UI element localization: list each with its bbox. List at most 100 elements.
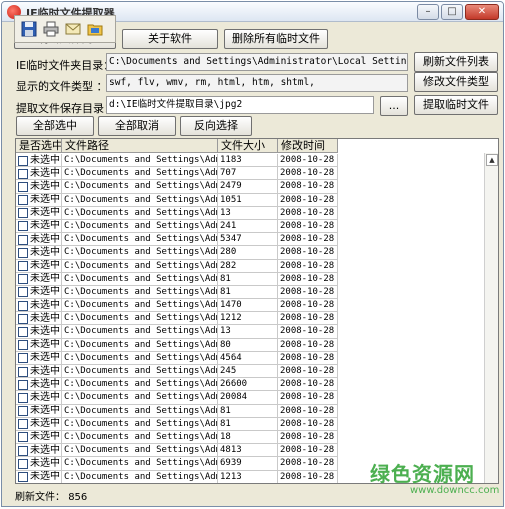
table-row[interactable]: 未选中C:\Documents and Settings\Adminis1320… — [16, 206, 338, 220]
save-icon[interactable] — [20, 20, 38, 38]
about-button[interactable]: 关于软件 — [122, 29, 218, 49]
row-checkbox[interactable] — [18, 458, 28, 469]
select-all-button[interactable]: 全部选中 — [16, 116, 94, 136]
table-row[interactable]: 未选中C:\Documents and Settings\Adminis7072… — [16, 167, 338, 181]
save-dir-field[interactable]: d:\IE临时文件提取目录\jpg2 — [106, 96, 374, 114]
row-checkbox[interactable] — [18, 274, 28, 285]
table-row[interactable]: 未选中C:\Documents and Settings\Adminis8120… — [16, 285, 338, 300]
table-row[interactable]: 未选中C:\Documents and Settings\Adminis8020… — [16, 338, 338, 352]
row-select-cell[interactable]: 未选中 — [16, 272, 62, 286]
row-select-cell[interactable]: 未选中 — [16, 299, 62, 313]
row-checkbox[interactable] — [18, 221, 28, 232]
row-select-cell[interactable]: 未选中 — [16, 378, 62, 392]
row-checkbox[interactable] — [18, 300, 28, 311]
row-select-cell[interactable]: 未选中 — [16, 206, 62, 220]
row-checkbox[interactable] — [18, 445, 28, 456]
browse-button[interactable]: ... — [380, 96, 408, 116]
close-button[interactable]: ✕ — [465, 4, 499, 20]
table-row[interactable]: 未选中C:\Documents and Settings\Adminis1212… — [16, 312, 338, 326]
row-checkbox[interactable] — [18, 195, 28, 206]
mail-icon[interactable] — [64, 20, 82, 38]
row-select-cell[interactable]: 未选中 — [16, 193, 62, 207]
row-select-cell[interactable]: 未选中 — [16, 404, 62, 418]
table-row[interactable]: 未选中C:\Documents and Settings\Adminis2412… — [16, 219, 338, 234]
row-select-cell[interactable]: 未选中 — [16, 167, 62, 181]
row-select-cell[interactable]: 未选中 — [16, 351, 62, 365]
refresh-list-button[interactable]: 刷新文件列表 — [414, 52, 498, 72]
row-checkbox[interactable] — [18, 326, 28, 337]
row-select-cell[interactable]: 未选中 — [16, 246, 62, 260]
table-row[interactable]: 未选中C:\Documents and Settings\Adminis1213… — [16, 470, 338, 483]
row-select-cell[interactable]: 未选中 — [16, 180, 62, 194]
row-checkbox[interactable] — [18, 155, 28, 166]
table-row[interactable]: 未选中C:\Documents and Settings\Adminis8120… — [16, 272, 338, 286]
table-row[interactable]: 未选中C:\Documents and Settings\Adminis2452… — [16, 365, 338, 379]
table-row[interactable]: 未选中C:\Documents and Settings\Adminis2802… — [16, 246, 338, 260]
table-row[interactable]: 未选中C:\Documents and Settings\Adminis8120… — [16, 404, 338, 418]
row-checkbox[interactable] — [18, 168, 28, 179]
table-row[interactable]: 未选中C:\Documents and Settings\Adminis2822… — [16, 259, 338, 273]
table-row[interactable]: 未选中C:\Documents and Settings\Adminis2479… — [16, 180, 338, 194]
table-row[interactable]: 未选中C:\Documents and Settings\Adminis1051… — [16, 193, 338, 207]
table-row[interactable]: 未选中C:\Documents and Settings\Adminis1320… — [16, 325, 338, 339]
table-row[interactable]: 未选中C:\Documents and Settings\Adminis2008… — [16, 391, 338, 405]
table-row[interactable]: 未选中C:\Documents and Settings\Adminis4564… — [16, 351, 338, 365]
minimize-button[interactable]: – — [417, 4, 439, 20]
ie-dir-field[interactable]: C:\Documents and Settings\Administrator\… — [106, 53, 408, 71]
delete-all-button[interactable]: 删除所有临时文件 — [224, 29, 328, 49]
print-icon[interactable] — [42, 20, 60, 38]
header-modified[interactable]: 修改时间 — [278, 139, 338, 153]
row-checkbox[interactable] — [18, 340, 28, 351]
scroll-up-arrow-icon[interactable]: ▲ — [486, 154, 498, 166]
header-size[interactable]: 文件大小 — [218, 139, 278, 153]
row-select-cell[interactable]: 未选中 — [16, 154, 62, 167]
row-select-cell[interactable]: 未选中 — [16, 457, 62, 471]
row-checkbox[interactable] — [18, 353, 28, 364]
extract-button[interactable]: 提取临时文件 — [414, 95, 498, 115]
row-checkbox[interactable] — [18, 247, 28, 258]
table-row[interactable]: 未选中C:\Documents and Settings\Adminis6939… — [16, 457, 338, 471]
table-row[interactable]: 未选中C:\Documents and Settings\Adminis8120… — [16, 417, 338, 431]
table-row[interactable]: 未选中C:\Documents and Settings\Adminis4813… — [16, 444, 338, 458]
header-selected[interactable]: 是否选中 — [16, 139, 62, 153]
maximize-button[interactable]: □ — [441, 4, 463, 20]
vertical-scrollbar[interactable]: ▲ — [484, 153, 498, 483]
row-select-cell[interactable]: 未选中 — [16, 285, 62, 299]
table-row[interactable]: 未选中C:\Documents and Settings\Adminis5347… — [16, 233, 338, 247]
row-select-cell[interactable]: 未选中 — [16, 259, 62, 273]
row-checkbox[interactable] — [18, 472, 28, 482]
row-select-cell[interactable]: 未选中 — [16, 219, 62, 233]
folder-icon[interactable] — [86, 20, 104, 38]
row-checkbox[interactable] — [18, 181, 28, 192]
row-checkbox[interactable] — [18, 234, 28, 245]
row-checkbox[interactable] — [18, 432, 28, 443]
table-row[interactable]: 未选中C:\Documents and Settings\Adminis1183… — [16, 154, 338, 168]
row-select-cell[interactable]: 未选中 — [16, 444, 62, 458]
row-checkbox[interactable] — [18, 379, 28, 390]
row-checkbox[interactable] — [18, 406, 28, 417]
row-select-cell[interactable]: 未选中 — [16, 430, 62, 444]
file-grid[interactable]: 是否选中 文件路径 文件大小 修改时间 未选中 C:\Documents and … — [15, 138, 499, 484]
table-row[interactable]: 未选中C:\Documents and Settings\Adminis1470… — [16, 299, 338, 313]
row-checkbox[interactable] — [18, 261, 28, 271]
table-row[interactable]: 未选中C:\Documents and Settings\Adminis1820… — [16, 430, 338, 445]
row-select-cell[interactable]: 未选中 — [16, 338, 62, 352]
row-select-cell[interactable]: 未选中 — [16, 417, 62, 431]
types-field[interactable]: swf, flv, wmv, rm, html, htm, shtml, — [106, 74, 408, 92]
invert-selection-button[interactable]: 反向选择 — [180, 116, 252, 136]
modify-types-button[interactable]: 修改文件类型 — [414, 72, 498, 92]
table-row[interactable]: 未选中C:\Documents and Settings\Adminis2660… — [16, 378, 338, 392]
row-select-cell[interactable]: 未选中 — [16, 391, 62, 405]
row-select-cell[interactable]: 未选中 — [16, 312, 62, 326]
row-checkbox[interactable] — [18, 208, 28, 219]
deselect-all-button[interactable]: 全部取消 — [98, 116, 176, 136]
row-select-cell[interactable]: 未选中 — [16, 470, 62, 483]
row-checkbox[interactable] — [18, 419, 28, 430]
row-checkbox[interactable] — [18, 392, 28, 403]
row-checkbox[interactable] — [18, 313, 28, 324]
row-checkbox[interactable] — [18, 287, 28, 298]
row-select-cell[interactable]: 未选中 — [16, 325, 62, 339]
row-checkbox[interactable] — [18, 366, 28, 377]
header-path[interactable]: 文件路径 — [62, 139, 218, 153]
row-select-cell[interactable]: 未选中 — [16, 233, 62, 247]
